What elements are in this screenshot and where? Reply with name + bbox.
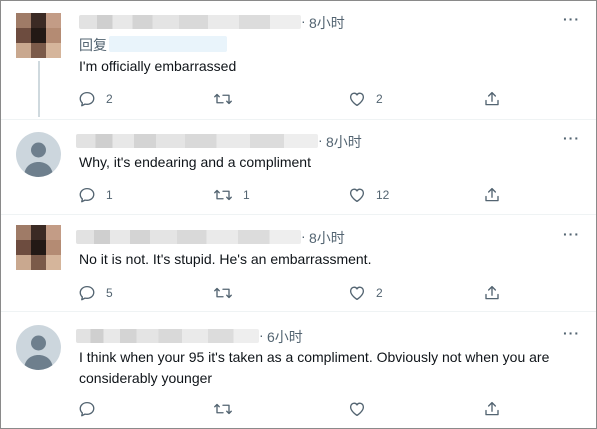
like-button[interactable]: 2 <box>348 283 383 303</box>
retweet-button[interactable] <box>213 283 243 303</box>
retweet-icon <box>213 400 233 418</box>
more-icon[interactable]: ··· <box>563 226 580 242</box>
share-icon <box>483 400 501 418</box>
timestamp[interactable]: 8小时 <box>326 132 362 152</box>
reply-count: 2 <box>106 92 113 106</box>
share-button[interactable] <box>483 89 501 109</box>
tweet-4[interactable]: · 6小时 ··· I think when your 95 it's take… <box>1 312 596 428</box>
tweet-text: I think when your 95 it's taken as a com… <box>79 349 550 386</box>
like-icon <box>348 400 366 418</box>
retweet-button[interactable] <box>213 89 243 109</box>
tweet-text: Why, it's endearing and a compliment <box>79 154 311 170</box>
timestamp[interactable]: 8小时 <box>309 228 345 248</box>
share-button[interactable] <box>483 185 501 205</box>
like-icon <box>348 186 366 204</box>
timestamp[interactable]: 6小时 <box>267 327 303 347</box>
like-icon <box>348 90 366 108</box>
reply-icon <box>78 284 96 302</box>
display-name[interactable] <box>76 230 301 244</box>
reply-icon <box>78 90 96 108</box>
separator-dot: · <box>301 13 306 29</box>
display-name[interactable] <box>79 15 301 29</box>
like-button[interactable]: 12 <box>348 185 389 205</box>
reply-icon <box>78 400 96 418</box>
retweet-icon <box>213 90 233 108</box>
reply-button[interactable]: 5 <box>78 283 113 303</box>
more-icon[interactable]: ··· <box>563 130 580 146</box>
reply-count: 5 <box>106 286 113 300</box>
reply-count: 1 <box>106 188 113 202</box>
default-avatar-icon[interactable] <box>16 132 61 177</box>
reply-icon <box>78 186 96 204</box>
share-icon <box>483 90 501 108</box>
like-count: 12 <box>376 188 390 202</box>
retweet-icon <box>213 284 233 302</box>
reply-to-handle[interactable] <box>109 36 227 52</box>
thread-line <box>38 61 40 117</box>
tweet-text: No it is not. It's stupid. He's an embar… <box>79 251 372 267</box>
like-button[interactable] <box>348 399 376 419</box>
timeline: · 8小时 ··· 回复 I'm officially embarrassed … <box>0 0 597 429</box>
avatar[interactable] <box>16 13 61 58</box>
separator-dot: · <box>318 132 323 148</box>
retweet-icon <box>213 186 233 204</box>
like-count: 2 <box>376 286 383 300</box>
reply-button[interactable]: 1 <box>78 185 113 205</box>
retweet-button[interactable]: 1 <box>213 185 250 205</box>
retweet-button[interactable] <box>213 399 243 419</box>
tweet-1[interactable]: · 8小时 ··· 回复 I'm officially embarrassed … <box>1 1 596 123</box>
default-avatar-icon[interactable] <box>16 325 61 370</box>
tweet-2[interactable]: · 8小时 ··· Why, it's endearing and a comp… <box>1 120 596 217</box>
more-icon[interactable]: ··· <box>563 325 580 341</box>
share-button[interactable] <box>483 283 501 303</box>
share-button[interactable] <box>483 399 501 419</box>
tweet-3[interactable]: · 8小时 ··· No it is not. It's stupid. He'… <box>1 215 596 313</box>
separator-dot: · <box>301 228 306 244</box>
timestamp[interactable]: 8小时 <box>309 13 345 33</box>
display-name[interactable] <box>76 329 259 343</box>
share-icon <box>483 284 501 302</box>
display-name[interactable] <box>76 134 318 148</box>
retweet-count: 1 <box>243 188 250 202</box>
reply-to-label: 回复 <box>79 37 107 53</box>
like-button[interactable]: 2 <box>348 89 383 109</box>
more-icon[interactable]: ··· <box>563 11 580 27</box>
reply-button[interactable] <box>78 399 106 419</box>
like-icon <box>348 284 366 302</box>
reply-button[interactable]: 2 <box>78 89 113 109</box>
share-icon <box>483 186 501 204</box>
like-count: 2 <box>376 92 383 106</box>
tweet-text: I'm officially embarrassed <box>79 58 237 74</box>
avatar[interactable] <box>16 225 61 270</box>
separator-dot: · <box>259 327 264 343</box>
